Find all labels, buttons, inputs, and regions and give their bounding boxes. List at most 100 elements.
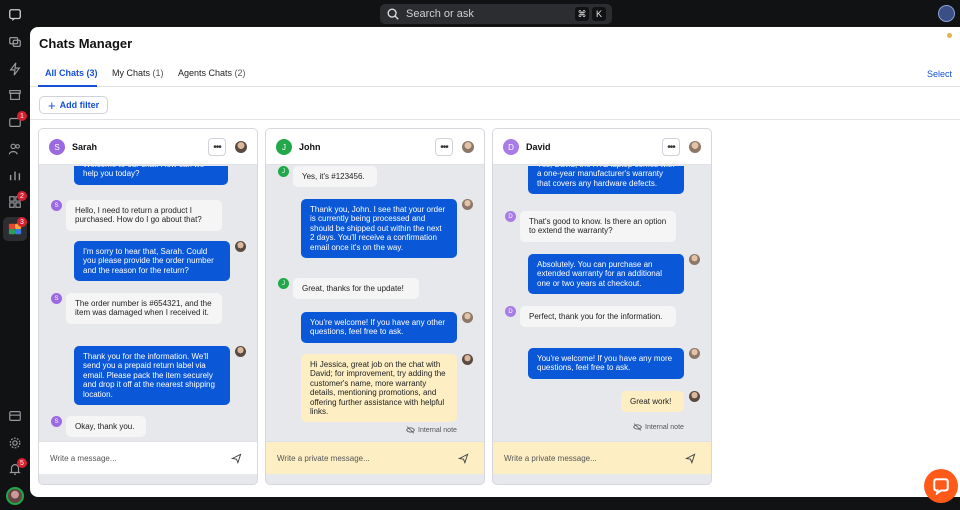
left-rail: 1 2 3 5 [0, 0, 30, 510]
message-bubble: Yes, David, the XYZ laptop comes with a … [528, 166, 684, 195]
plus-icon: + [48, 97, 56, 113]
add-filter-label: Add filter [59, 100, 100, 110]
agent-mini-avatar [235, 346, 246, 357]
notifications-badge: 5 [17, 458, 27, 468]
agent-mini-avatar [689, 348, 700, 359]
customer-avatar: S [49, 139, 65, 155]
filter-bar: + Add filter [30, 88, 960, 120]
customer-mini-avatar: S [51, 200, 62, 211]
chats-icon[interactable] [8, 35, 22, 49]
customer-mini-avatar: J [278, 278, 289, 289]
chat-bubble-icon[interactable] [8, 8, 22, 22]
customer-mini-avatar: J [278, 166, 289, 177]
message-bubble: That's good to know. Is there an option … [520, 211, 676, 242]
message-bubble: Welcome to our chat. How can we help you… [74, 166, 228, 185]
tab-count: (2) [234, 68, 246, 78]
users-icon[interactable] [8, 142, 22, 156]
send-icon[interactable] [685, 453, 696, 464]
customer-mini-avatar: D [505, 306, 516, 317]
cmd-key: ⌘ [575, 7, 589, 21]
agent-avatar [689, 141, 701, 153]
chat-column-header: J John ••• [266, 129, 484, 165]
message-bubble: Yes, it's #123456. [293, 166, 377, 188]
message-bubble: Perfect, thank you for the information. [520, 306, 676, 328]
chat-column-header: S Sarah ••• [39, 129, 257, 165]
tab-agents-chats[interactable]: Agents Chats (2) [178, 68, 246, 78]
customer-avatar: J [276, 139, 292, 155]
send-icon[interactable] [231, 453, 242, 464]
chat-column-david: D David ••• Yes, David, the XYZ laptop c… [493, 129, 711, 484]
add-filter-button[interactable]: + Add filter [39, 96, 109, 114]
active-tab-indicator [38, 85, 97, 87]
shortcut-keys: ⌘ K [575, 7, 606, 21]
message-list[interactable]: Welcome to our chat. How can we help you… [39, 166, 257, 441]
customer-mini-avatar: D [505, 211, 516, 222]
chat-tabs: All Chats (3) My Chats (1) Agents Chats … [30, 59, 960, 87]
select-link[interactable]: Select [927, 69, 952, 79]
message-composer[interactable]: Write a message... [39, 441, 257, 474]
customer-avatar: D [503, 139, 519, 155]
agent-avatar [462, 141, 474, 153]
search-placeholder: Search or ask [406, 8, 474, 20]
chat-widget-icon [933, 478, 949, 495]
k-key: K [592, 7, 606, 21]
chat-column-header: D David ••• [493, 129, 711, 165]
customer-mini-avatar: S [51, 416, 62, 427]
message-bubble: Absolutely. You can purchase an extended… [528, 254, 684, 295]
composer-placeholder: Write a private message... [277, 454, 370, 463]
more-options-button[interactable]: ••• [435, 138, 453, 156]
customer-name: John [299, 142, 321, 152]
chats-manager-badge: 3 [17, 217, 27, 227]
message-bubble: The order number is #654321, and the ite… [66, 293, 222, 324]
private-message-composer[interactable]: Write a private message... [493, 441, 711, 474]
internal-note-text: Internal note [645, 423, 684, 431]
agent-mini-avatar [462, 312, 473, 323]
tickets-badge: 1 [17, 111, 27, 121]
tab-count: (3) [86, 68, 98, 78]
reports-icon[interactable] [8, 168, 22, 182]
message-list[interactable]: J Yes, it's #123456. Thank you, John. I … [266, 166, 484, 441]
lightning-icon[interactable] [8, 62, 22, 76]
eye-off-icon [633, 423, 642, 431]
internal-note-text: Internal note [418, 426, 457, 434]
customer-mini-avatar: S [51, 293, 62, 304]
tab-all-chats[interactable]: All Chats (3) [45, 68, 98, 78]
message-bubble: Okay, thank you. [66, 416, 146, 438]
internal-note-label: Internal note [406, 426, 457, 434]
message-list[interactable]: Yes, David, the XYZ laptop comes with a … [493, 166, 711, 441]
internal-note-bubble: Great work! [621, 391, 684, 413]
message-bubble: Thank you, John. I see that your order i… [301, 199, 457, 259]
profile-avatar[interactable] [938, 5, 955, 22]
agent-mini-avatar [689, 391, 700, 402]
chat-column-john: J John ••• J Yes, it's #123456. Thank yo… [266, 129, 484, 484]
send-icon[interactable] [458, 453, 469, 464]
agent-avatar [235, 141, 247, 153]
status-dot [947, 33, 952, 38]
message-bubble: Great, thanks for the update! [293, 278, 419, 300]
tab-count: (1) [152, 68, 164, 78]
message-bubble: You're welcome! If you have any other qu… [301, 312, 457, 343]
more-options-button[interactable]: ••• [208, 138, 226, 156]
eye-off-icon [406, 426, 415, 434]
chat-widget-button[interactable] [924, 469, 958, 503]
apps-badge: 2 [17, 191, 27, 201]
settings-icon[interactable] [8, 436, 22, 450]
message-bubble: I'm sorry to hear that, Sarah. Could you… [74, 241, 230, 282]
agent-mini-avatar [462, 199, 473, 210]
more-options-button[interactable]: ••• [662, 138, 680, 156]
archive-icon[interactable] [8, 88, 22, 102]
agent-mini-avatar [462, 354, 473, 365]
top-bar: Search or ask ⌘ K [0, 0, 960, 27]
customer-name: David [526, 142, 551, 152]
billing-icon[interactable] [8, 409, 22, 423]
chat-column-sarah: S Sarah ••• Welcome to our chat. How can… [39, 129, 257, 484]
tab-label: My Chats [112, 68, 151, 78]
tab-label: Agents Chats [178, 68, 233, 78]
tab-my-chats[interactable]: My Chats (1) [112, 68, 164, 78]
customer-name: Sarah [72, 142, 98, 152]
private-message-composer[interactable]: Write a private message... [266, 441, 484, 474]
main-panel: Chats Manager All Chats (3) My Chats (1)… [30, 27, 960, 497]
user-avatar[interactable] [6, 487, 24, 505]
global-search[interactable]: Search or ask ⌘ K [380, 4, 612, 24]
message-bubble: You're welcome! If you have any more que… [528, 348, 684, 379]
